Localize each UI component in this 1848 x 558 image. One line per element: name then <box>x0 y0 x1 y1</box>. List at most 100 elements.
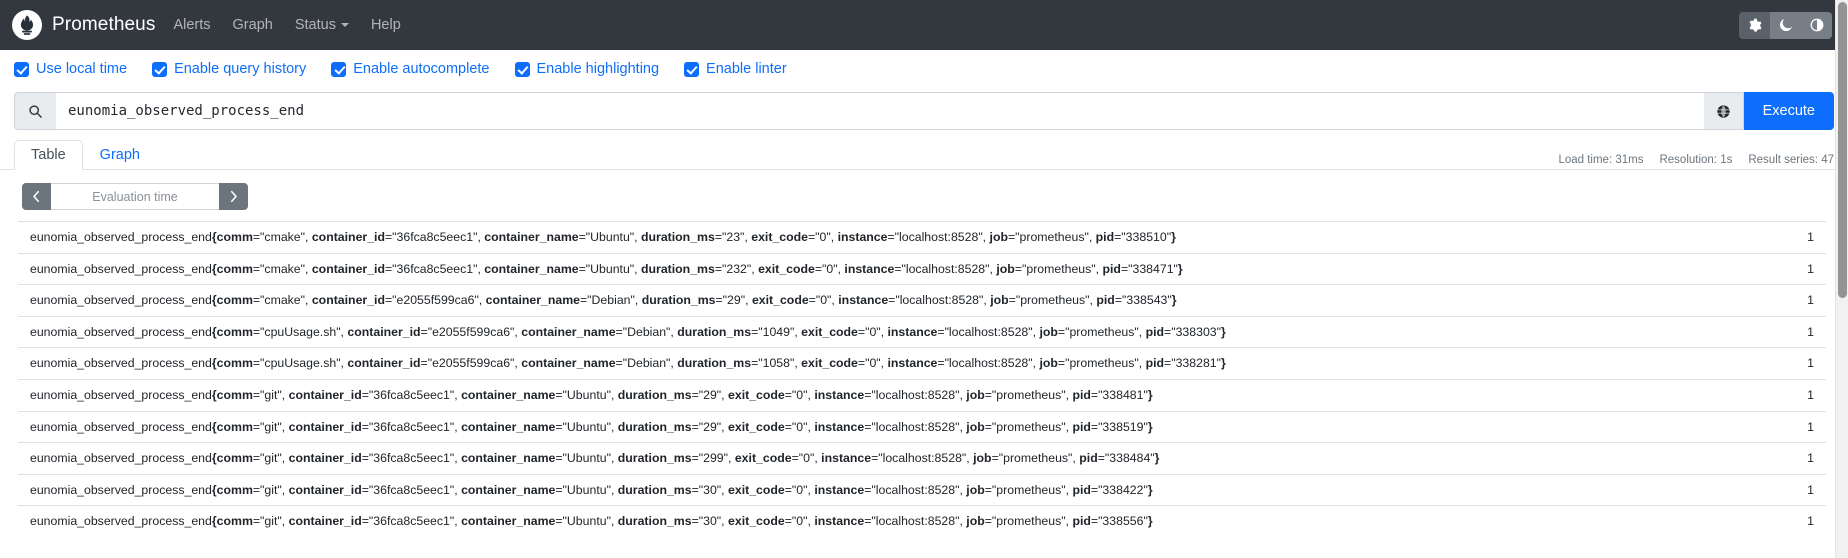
chevron-right-icon[interactable] <box>219 183 248 210</box>
label-value: ="0", <box>858 356 888 370</box>
label-key: pid <box>1103 262 1121 276</box>
table-row: eunomia_observed_process_end{comm="cpuUs… <box>18 348 1826 380</box>
page-scrollbar[interactable] <box>1835 0 1848 558</box>
checkbox-enable-highlighting[interactable] <box>515 62 530 77</box>
checkbox-enable-query-history[interactable] <box>152 62 167 77</box>
label-value: ="localhost:8528", <box>894 262 996 276</box>
label-key: instance <box>814 514 864 528</box>
label-key: duration_ms <box>618 451 692 465</box>
metric-name: eunomia_observed_process_end <box>30 420 212 434</box>
label-value: ="Ubuntu", <box>555 388 617 402</box>
series-labels-cell: eunomia_observed_process_end{comm="git",… <box>18 443 1786 475</box>
label-value: ="338484" <box>1098 451 1155 465</box>
chevron-left-icon[interactable] <box>22 183 51 210</box>
query-input[interactable]: eunomia_observed_process_end <box>56 92 1704 130</box>
label-value: ="36fca8c5eec1", <box>362 514 461 528</box>
label-value: ="30", <box>692 483 728 497</box>
label-key: job <box>990 230 1008 244</box>
tab-graph[interactable]: Graph <box>83 140 157 170</box>
label-key: duration_ms <box>641 262 715 276</box>
label-value: ="1058", <box>751 356 801 370</box>
brace-close: } <box>1155 451 1160 465</box>
label-value: ="0", <box>785 514 815 528</box>
checkbox-enable-autocomplete[interactable] <box>331 62 346 77</box>
label-key: container_id <box>347 356 420 370</box>
series-value-cell: 1 <box>1786 253 1826 285</box>
checkbox-use-local-time[interactable] <box>14 62 29 77</box>
checkbox-enable-linter[interactable] <box>684 62 699 77</box>
moon-icon[interactable] <box>1770 12 1801 39</box>
label-value: ="localhost:8528", <box>864 483 966 497</box>
label-value: ="prometheus", <box>1015 262 1103 276</box>
brand-group[interactable]: Prometheus <box>12 10 173 40</box>
brace-close: } <box>1171 230 1176 244</box>
label-value: ="prometheus", <box>985 483 1073 497</box>
label-key: container_name <box>521 356 615 370</box>
table-row: eunomia_observed_process_end{comm="cmake… <box>18 285 1826 317</box>
label-key: container_id <box>312 262 385 276</box>
option-enable-highlighting[interactable]: Enable highlighting <box>515 61 660 77</box>
label-key: container_id <box>312 293 385 307</box>
globe-icon[interactable] <box>1704 92 1744 130</box>
label-key: instance <box>814 388 864 402</box>
prometheus-logo-icon <box>12 10 42 40</box>
evaluation-time-input[interactable]: Evaluation time <box>51 183 219 210</box>
label-key: exit_code <box>758 262 815 276</box>
label-key: container_name <box>461 388 555 402</box>
series-value-cell: 1 <box>1786 411 1826 443</box>
label-key: comm <box>217 293 253 307</box>
table-row: eunomia_observed_process_end{comm="git",… <box>18 411 1826 443</box>
nav-link-help[interactable]: Help <box>371 17 401 33</box>
gear-icon[interactable] <box>1739 12 1770 39</box>
execute-button[interactable]: Execute <box>1744 92 1834 130</box>
brace-close: } <box>1221 356 1226 370</box>
option-use-local-time[interactable]: Use local time <box>14 61 127 77</box>
label-value: ="0", <box>785 483 815 497</box>
brace-close: } <box>1221 325 1226 339</box>
label-value: ="e2055f599ca6", <box>421 356 522 370</box>
series-labels-cell: eunomia_observed_process_end{comm="cmake… <box>18 285 1786 317</box>
results-table-wrapper: eunomia_observed_process_end{comm="cmake… <box>0 221 1848 537</box>
series-value-cell: 1 <box>1786 348 1826 380</box>
meta-load-time: Load time: 31ms <box>1558 154 1643 166</box>
nav-link-status[interactable]: Status <box>295 17 349 33</box>
nav-link-graph[interactable]: Graph <box>233 17 273 33</box>
label-key: duration_ms <box>641 230 715 244</box>
label-key: exit_code <box>728 420 785 434</box>
label-value: ="338481" <box>1091 388 1148 402</box>
label-key: comm <box>217 451 253 465</box>
label-value: ="localhost:8528", <box>871 451 973 465</box>
label-value: ="git", <box>253 420 289 434</box>
option-enable-query-history[interactable]: Enable query history <box>152 61 306 77</box>
series-labels-cell: eunomia_observed_process_end{comm="git",… <box>18 474 1786 506</box>
label-key: instance <box>888 356 938 370</box>
label-key: instance <box>888 325 938 339</box>
scrollbar-thumb[interactable] <box>1838 2 1847 298</box>
label-value: ="git", <box>253 451 289 465</box>
meta-result-series: Result series: 47 <box>1748 154 1834 166</box>
option-enable-autocomplete[interactable]: Enable autocomplete <box>331 61 489 77</box>
label-value: ="prometheus", <box>985 514 1073 528</box>
label-key: comm <box>217 388 253 402</box>
label-value: ="0", <box>809 293 839 307</box>
query-meta: Load time: 31ms Resolution: 1s Result se… <box>1558 154 1834 169</box>
label-key: exit_code <box>751 230 808 244</box>
contrast-icon[interactable] <box>1801 12 1832 39</box>
series-value-cell: 1 <box>1786 506 1826 537</box>
option-enable-linter[interactable]: Enable linter <box>684 61 787 77</box>
label-value: ="localhost:8528", <box>864 514 966 528</box>
brand-title: Prometheus <box>52 14 155 36</box>
navbar-right <box>1739 12 1832 39</box>
metric-name: eunomia_observed_process_end <box>30 293 212 307</box>
label-value: ="0", <box>785 388 815 402</box>
results-table: eunomia_observed_process_end{comm="cmake… <box>18 221 1826 537</box>
series-value-cell: 1 <box>1786 474 1826 506</box>
tab-table[interactable]: Table <box>14 140 83 170</box>
label-value: ="338281" <box>1164 356 1221 370</box>
table-row: eunomia_observed_process_end{comm="git",… <box>18 443 1826 475</box>
label-key: exit_code <box>735 451 792 465</box>
label-value: ="0", <box>808 230 838 244</box>
label-value: ="Debian", <box>616 356 678 370</box>
label-key: pid <box>1072 483 1090 497</box>
nav-link-alerts[interactable]: Alerts <box>173 17 210 33</box>
